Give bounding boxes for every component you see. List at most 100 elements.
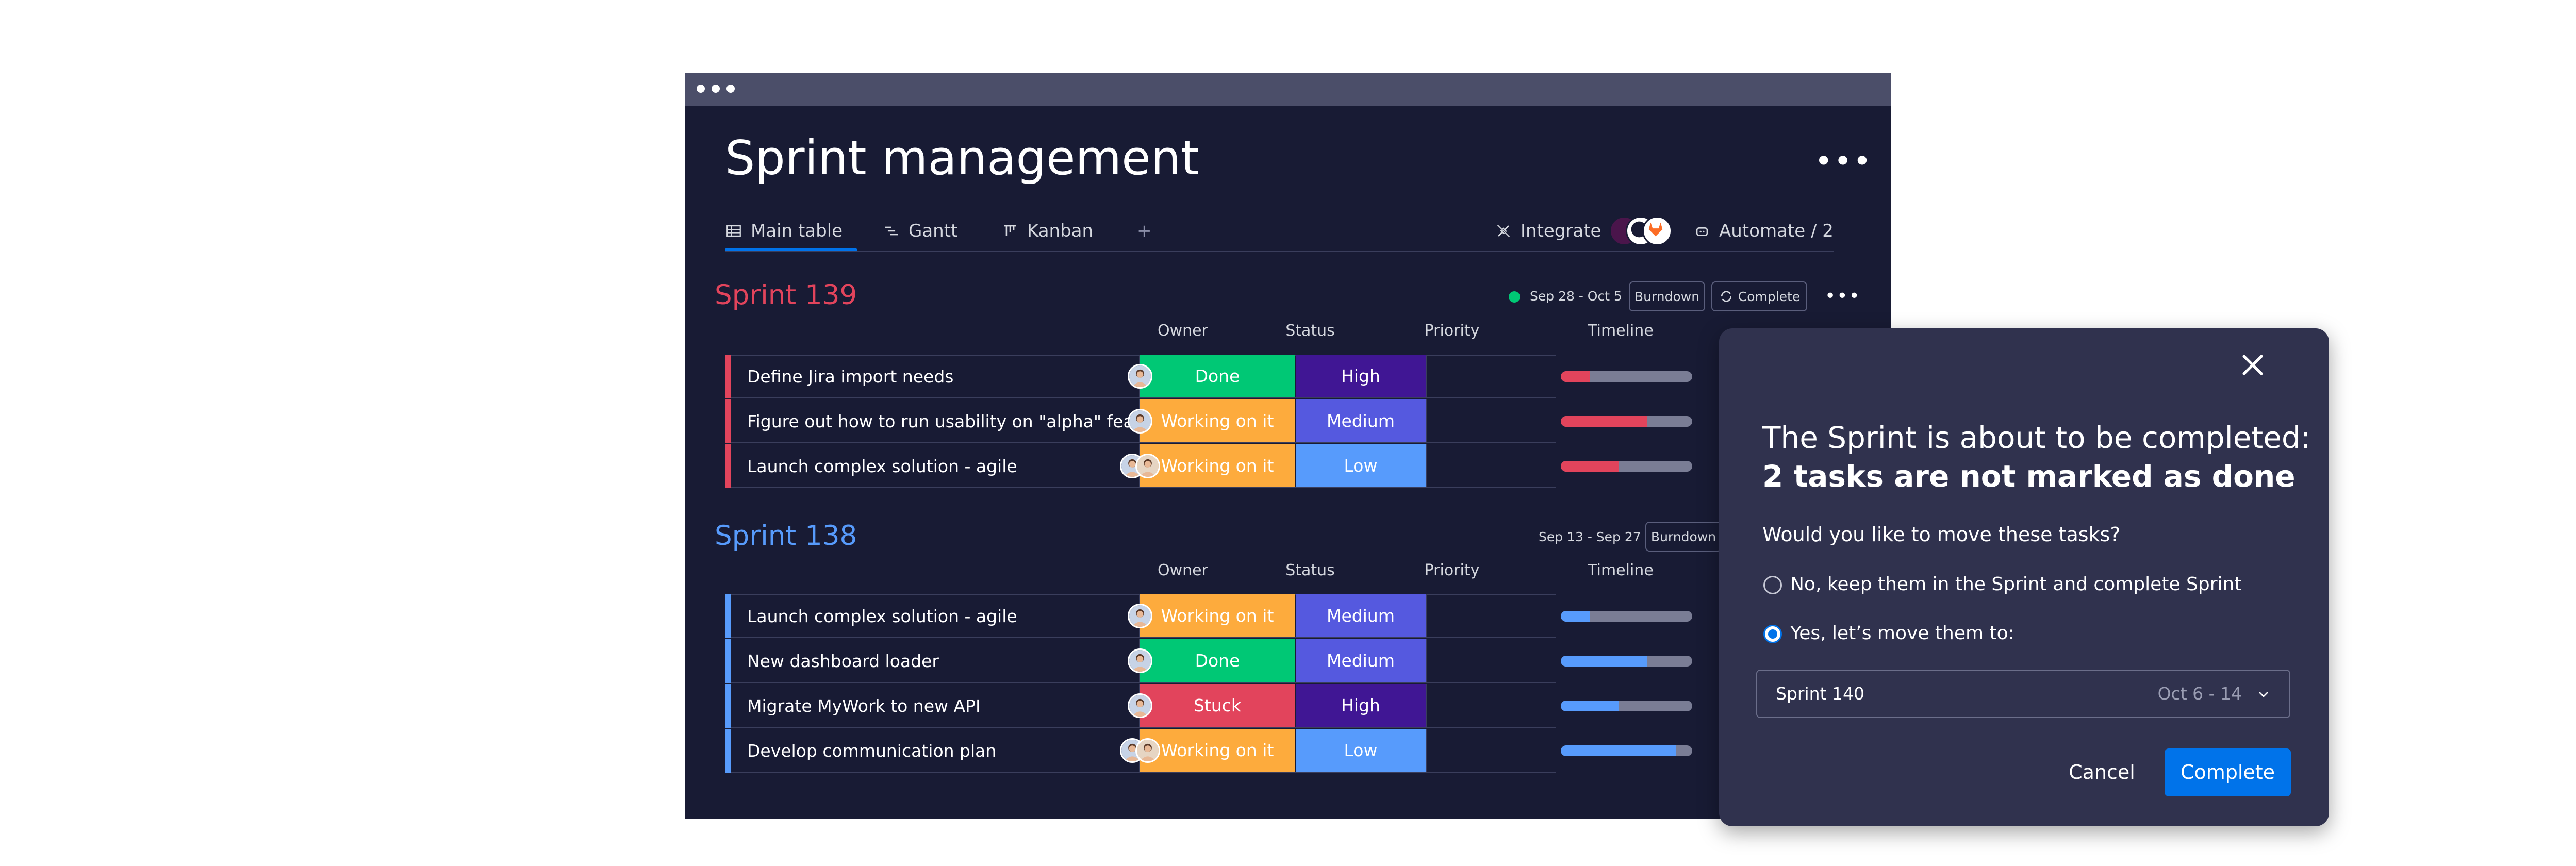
cell-divider bbox=[1426, 355, 1427, 398]
timeline-fill bbox=[1561, 611, 1590, 622]
radio-move-label[interactable]: Yes, let’s move them to: bbox=[1790, 623, 2014, 644]
timeline-fill bbox=[1561, 701, 1619, 711]
table-row[interactable]: Develop communication plan Working on it L… bbox=[725, 729, 1850, 773]
task-name[interactable]: Launch complex solution - agile bbox=[747, 594, 1017, 638]
tab-main-table[interactable]: Main table bbox=[725, 221, 843, 241]
status-cell[interactable]: Working on it bbox=[1140, 444, 1295, 487]
owner-avatar[interactable] bbox=[1128, 693, 1152, 718]
group-title-sprint-139[interactable]: Sprint 139 bbox=[715, 281, 857, 309]
priority-cell[interactable]: Medium bbox=[1296, 594, 1426, 637]
column-priority: Priority bbox=[1424, 322, 1480, 340]
timeline-bar[interactable] bbox=[1561, 371, 1692, 382]
task-name[interactable]: Migrate MyWork to new API bbox=[747, 684, 981, 728]
dialog-question: Would you like to move these tasks? bbox=[1762, 523, 2121, 546]
task-name[interactable]: Develop communication plan bbox=[747, 729, 996, 773]
board-window: Sprint management ••• Main table Gantt K… bbox=[685, 73, 1891, 819]
status-cell[interactable]: Working on it bbox=[1140, 729, 1295, 772]
sprint-date: Sep 28 - Oct 5 bbox=[1530, 289, 1622, 304]
complete-label: Complete bbox=[1738, 289, 1801, 304]
timeline-bar[interactable] bbox=[1561, 461, 1692, 472]
integrate-button[interactable]: Integrate bbox=[1495, 221, 1601, 241]
gitlab-logo-icon bbox=[1642, 216, 1672, 246]
add-tab-button[interactable]: + bbox=[1137, 221, 1152, 241]
timeline-bar[interactable] bbox=[1561, 701, 1692, 711]
status-cell[interactable]: Done bbox=[1140, 639, 1295, 682]
tab-kanban[interactable]: Kanban bbox=[1001, 221, 1093, 241]
group-color-bar bbox=[725, 684, 731, 728]
timeline-fill bbox=[1561, 371, 1590, 382]
table-row[interactable]: Figure out how to run usability on "alph… bbox=[725, 399, 1850, 443]
owner-avatar[interactable] bbox=[1128, 648, 1152, 673]
radio-keep-tasks[interactable] bbox=[1763, 576, 1782, 594]
group-color-bar bbox=[725, 729, 731, 773]
page-title: Sprint management bbox=[725, 130, 1200, 186]
timeline-fill bbox=[1561, 745, 1677, 756]
column-timeline: Timeline bbox=[1588, 561, 1654, 579]
task-name[interactable]: Define Jira import needs bbox=[747, 355, 954, 398]
status-cell[interactable]: Stuck bbox=[1140, 684, 1295, 727]
group-title-sprint-138[interactable]: Sprint 138 bbox=[715, 522, 857, 549]
priority-cell[interactable]: High bbox=[1296, 355, 1426, 397]
column-owner: Owner bbox=[1158, 322, 1208, 340]
cell-divider bbox=[1426, 594, 1427, 638]
group-color-bar bbox=[725, 399, 731, 443]
group-color-bar bbox=[725, 594, 731, 638]
timeline-bar[interactable] bbox=[1561, 611, 1692, 622]
priority-cell[interactable]: Medium bbox=[1296, 639, 1426, 682]
dialog-heading: The Sprint is about to be completed: bbox=[1762, 420, 2311, 455]
owner-avatar[interactable] bbox=[1135, 454, 1160, 478]
status-cell[interactable]: Done bbox=[1140, 355, 1295, 397]
refresh-icon bbox=[1721, 291, 1731, 302]
select-date: Oct 6 - 14 bbox=[2157, 684, 2242, 704]
owner-avatar[interactable] bbox=[1135, 738, 1160, 763]
owner-avatar[interactable] bbox=[1128, 604, 1152, 628]
cancel-button[interactable]: Cancel bbox=[2059, 748, 2144, 796]
window-dot bbox=[712, 85, 720, 93]
status-cell[interactable]: Working on it bbox=[1140, 399, 1295, 442]
burndown-button[interactable]: Burndown bbox=[1629, 281, 1705, 311]
timeline-bar[interactable] bbox=[1561, 416, 1692, 427]
table-row[interactable]: Migrate MyWork to new API Stuck High bbox=[725, 684, 1850, 728]
radio-selected-dot bbox=[1768, 629, 1777, 639]
column-owner: Owner bbox=[1158, 561, 1208, 579]
timeline-fill bbox=[1561, 416, 1648, 427]
automate-button[interactable]: Automate / 2 bbox=[1693, 221, 1834, 241]
owner-avatar[interactable] bbox=[1128, 409, 1152, 434]
window-title-bar bbox=[685, 73, 1891, 106]
timeline-bar[interactable] bbox=[1561, 656, 1692, 667]
table-icon bbox=[726, 225, 741, 237]
priority-cell[interactable]: Low bbox=[1296, 729, 1426, 772]
table-row[interactable]: Launch complex solution - agile Working o… bbox=[725, 594, 1850, 638]
priority-cell[interactable]: Medium bbox=[1296, 399, 1426, 442]
integrate-label: Integrate bbox=[1521, 221, 1601, 241]
table-row[interactable]: Launch complex solution - agile Working o… bbox=[725, 444, 1850, 488]
burndown-button[interactable]: Burndown bbox=[1645, 522, 1722, 552]
close-icon[interactable] bbox=[2238, 350, 2268, 380]
radio-keep-label[interactable]: No, keep them in the Sprint and complete… bbox=[1790, 574, 2241, 595]
chevron-down-icon bbox=[2259, 692, 2268, 697]
table-row[interactable]: New dashboard loader Done Medium bbox=[725, 639, 1850, 683]
priority-cell[interactable]: Low bbox=[1296, 444, 1426, 487]
status-cell[interactable]: Working on it bbox=[1140, 594, 1295, 637]
complete-sprint-button[interactable]: Complete bbox=[1711, 281, 1807, 311]
sprint-select[interactable]: Sprint 140 Oct 6 - 14 bbox=[1756, 670, 2290, 718]
priority-cell[interactable]: High bbox=[1296, 684, 1426, 727]
kanban-icon bbox=[1004, 225, 1016, 236]
integrate-icon bbox=[1497, 224, 1510, 238]
dialog-heading-bold: 2 tasks are not marked as done bbox=[1762, 459, 2296, 494]
select-value: Sprint 140 bbox=[1776, 684, 1864, 704]
table-row[interactable]: Define Jira import needs Done High bbox=[725, 355, 1850, 398]
task-name[interactable]: Launch complex solution - agile bbox=[747, 444, 1017, 488]
task-name[interactable]: Figure out how to run usability on "alph… bbox=[747, 399, 1168, 443]
tab-gantt[interactable]: Gantt bbox=[883, 221, 957, 241]
timeline-bar[interactable] bbox=[1561, 745, 1692, 756]
owner-avatar[interactable] bbox=[1128, 364, 1152, 389]
radio-move-tasks[interactable] bbox=[1763, 625, 1782, 643]
tab-label: Main table bbox=[751, 221, 843, 241]
gantt-icon bbox=[885, 226, 898, 236]
group-color-bar bbox=[725, 355, 731, 398]
tab-label: Kanban bbox=[1027, 221, 1094, 241]
complete-button[interactable]: Complete bbox=[2165, 748, 2291, 796]
sprint-status-dot bbox=[1509, 291, 1520, 303]
task-name[interactable]: New dashboard loader bbox=[747, 639, 939, 683]
